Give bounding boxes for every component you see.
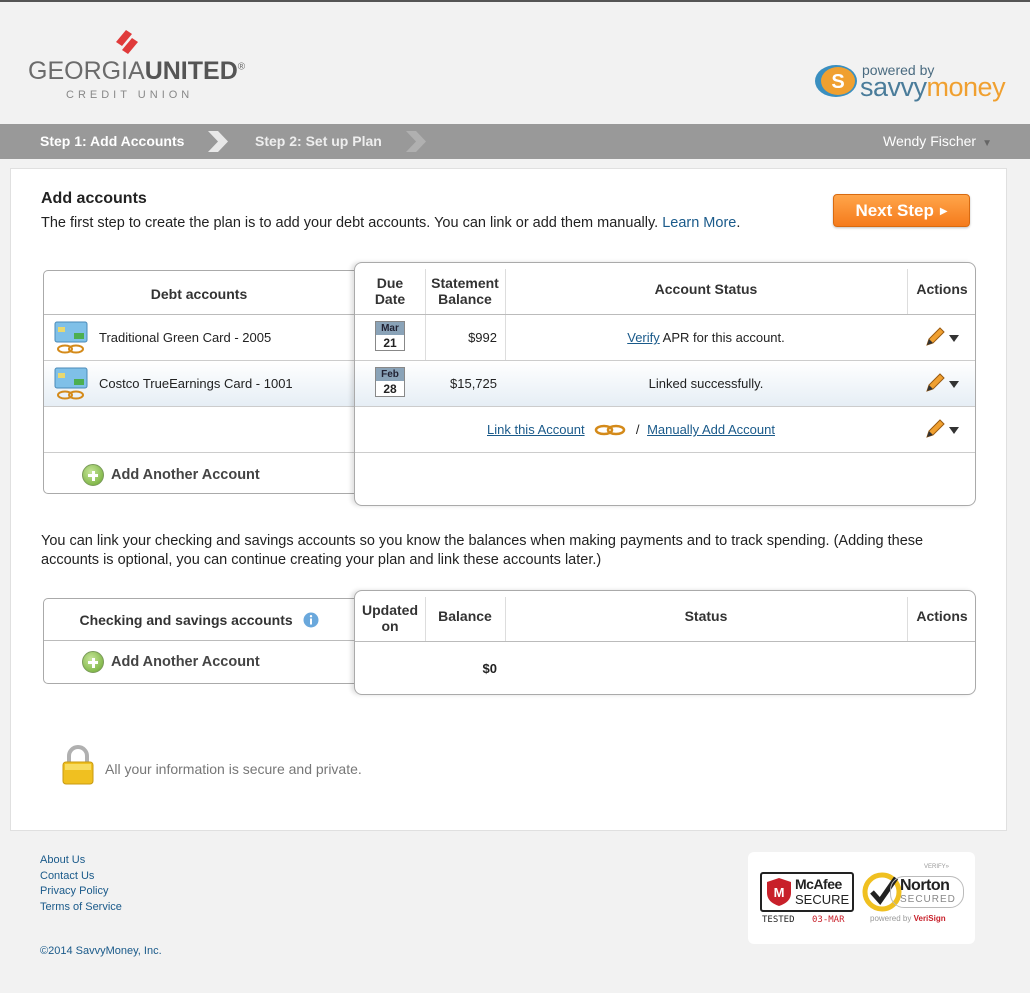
step-nav-bar: Step 1: Add Accounts Step 2: Set up Plan… [0,124,1030,159]
security-badges: M McAfee SECURE TESTED 03-MAR VERIFY» No… [748,852,975,944]
link-this-account-link[interactable]: Link this Account [487,422,585,437]
savvymoney-name: savvymoney [860,72,1006,102]
lock-icon [62,745,94,785]
plus-icon [82,651,104,673]
learn-more-link[interactable]: Learn More [662,215,736,231]
statement-balance-header: Statement Balance [431,275,499,307]
account-name: Costco TrueEarnings Card - 1001 [99,376,293,391]
chain-link-icon [594,424,626,436]
georgia-united-mark-icon [116,30,138,54]
checking-savings-description: You can link your checking and savings a… [41,533,924,568]
due-date-calendar-icon: Mar 21 [375,321,405,351]
nav-step-2[interactable]: Step 2: Set up Plan [255,133,382,149]
chevron-right-icon [406,131,426,152]
edit-pencil-dropdown-icon[interactable] [925,327,961,347]
chevron-right-icon [208,131,228,152]
footer-link-contact-us[interactable]: Contact Us [40,869,122,885]
page-header: GEORGIAUNITED® CREDIT UNION S powered by… [0,2,1030,124]
debt-accounts-list: Debt accounts Traditional Green Card - 2… [43,270,355,494]
nav-step-1[interactable]: Step 1: Add Accounts [40,133,184,149]
statement-balance: $15,725 [450,376,497,391]
table-row[interactable]: Costco TrueEarnings Card - 1001 [44,361,354,406]
account-status-header: Account Status [654,281,758,297]
next-step-button[interactable]: Next Step ▶ [833,194,970,227]
checking-balance: $0 [482,661,497,676]
user-menu[interactable]: Wendy Fischer ▼ [883,133,992,149]
due-date-header: Due Date [374,275,406,307]
actions-header: Actions [916,608,968,624]
debt-accounts-details: Due Date Statement Balance Account Statu… [354,262,976,506]
copyright: ©2014 SavvyMoney, Inc. [40,945,162,957]
main-panel: Add accounts The first step to create th… [10,168,1007,831]
play-arrow-icon: ▶ [939,206,948,217]
georgia-united-logo[interactable]: GEORGIAUNITED® CREDIT UNION [28,20,245,110]
info-icon[interactable] [303,612,319,628]
checking-accounts-header: Checking and savings accounts [44,612,354,628]
credit-card-linked-icon [54,367,88,400]
account-status: Verify APR for this account. [627,330,785,345]
add-account-options: Link this Account / Manually Add Account [487,422,775,437]
add-another-checking-account-button[interactable]: Add Another Account [82,650,302,676]
svg-text:M: M [774,885,785,900]
checking-accounts-details: Updated on Balance Status Actions $0 [354,590,976,695]
brand-name: GEORGIAUNITED® [28,57,246,85]
updated-on-header: Updated on [362,602,418,634]
savvymoney-coin-icon: S [815,65,857,97]
checking-accounts-list: Checking and savings accounts Add Anothe… [43,598,355,684]
credit-card-linked-icon [54,321,88,354]
footer-link-privacy-policy[interactable]: Privacy Policy [40,884,122,900]
svg-text:S: S [831,71,844,93]
debt-accounts-header: Debt accounts [150,286,248,302]
user-name: Wendy Fischer [882,133,977,149]
add-another-debt-account-button[interactable]: Add Another Account [82,463,302,489]
savvymoney-logo: S powered by savvymoney [812,60,1007,110]
security-message: All your information is secure and priva… [105,761,362,777]
brand-subtitle: CREDIT UNION [66,89,194,101]
footer-link-terms-of-service[interactable]: Terms of Service [40,900,122,916]
status-header: Status [684,608,728,624]
manually-add-account-link[interactable]: Manually Add Account [647,422,775,437]
footer-link-about-us[interactable]: About Us [40,853,122,869]
actions-header: Actions [916,281,968,297]
table-row[interactable]: Traditional Green Card - 2005 [44,315,354,360]
mcafee-shield-icon: M [767,878,791,906]
mcafee-secure-badge[interactable]: M McAfee SECURE TESTED 03-MAR [760,872,854,928]
due-date-calendar-icon: Feb 28 [375,367,405,397]
chevron-down-icon: ▼ [982,138,992,149]
balance-header: Balance [438,608,492,624]
edit-pencil-dropdown-icon[interactable] [925,373,961,393]
account-name: Traditional Green Card - 2005 [99,330,272,345]
norton-secured-badge[interactable]: VERIFY» Norton SECURED powered by VeriSi… [862,864,967,932]
verify-apr-link[interactable]: Verify [627,330,660,345]
intro-text: The first step to create the plan is to … [41,215,741,231]
edit-pencil-dropdown-icon[interactable] [925,419,961,439]
plus-icon [82,464,104,486]
footer-links: About Us Contact Us Privacy Policy Terms… [40,853,122,915]
account-status: Linked successfully. [648,376,764,391]
statement-balance: $992 [468,330,497,345]
page-title: Add accounts [41,190,147,207]
